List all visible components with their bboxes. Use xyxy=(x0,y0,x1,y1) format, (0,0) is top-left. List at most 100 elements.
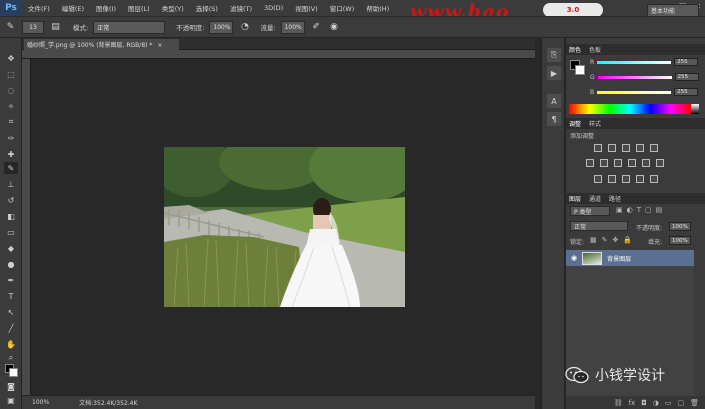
green-channel-input[interactable]: 255 xyxy=(674,73,699,81)
layer-filter-icons[interactable]: ▣◐T▢▤ xyxy=(616,206,666,214)
layer-kind-filter[interactable]: P 类型 xyxy=(570,206,610,216)
menu-layer[interactable]: 图层(L) xyxy=(122,3,156,13)
levels-adjust-icon[interactable] xyxy=(608,144,616,152)
workspace-select[interactable]: 基本功能 xyxy=(647,4,699,17)
flow-input[interactable]: 100% xyxy=(280,20,305,34)
zoom-tool-icon[interactable]: ⌕ xyxy=(4,352,18,364)
brush-panel-icon[interactable]: ▤ xyxy=(49,21,62,34)
pressure-size-icon[interactable]: ◉ xyxy=(328,21,341,34)
add-mask-icon[interactable]: ◘ xyxy=(641,399,647,407)
horizontal-ruler[interactable] xyxy=(22,50,535,59)
menu-edit[interactable]: 编辑(E) xyxy=(56,3,90,13)
new-group-icon[interactable]: ▭ xyxy=(665,399,672,407)
screen-mode-icon[interactable]: ▣ xyxy=(4,394,18,406)
tab-channels[interactable]: 通道 xyxy=(589,194,601,203)
hand-tool-icon[interactable]: ✋ xyxy=(4,338,18,350)
blur-tool-icon[interactable]: ◆ xyxy=(4,242,18,254)
layer-opacity-input[interactable]: 100% xyxy=(669,222,691,231)
threshold-adjust-icon[interactable] xyxy=(622,175,630,183)
gradient-map-adjust-icon[interactable] xyxy=(636,175,644,183)
photo-filter-adjust-icon[interactable] xyxy=(628,159,636,167)
blue-channel-input[interactable]: 255 xyxy=(674,88,699,96)
menu-file[interactable]: 文件(F) xyxy=(22,3,56,13)
lasso-tool-icon[interactable]: ◌ xyxy=(4,84,18,96)
airbrush-icon[interactable]: ✐ xyxy=(310,21,323,34)
quick-mask-icon[interactable]: ◙ xyxy=(4,380,18,392)
visibility-eye-icon[interactable]: ◉ xyxy=(571,254,577,262)
green-channel-slider[interactable] xyxy=(597,75,672,79)
channel-mixer-adjust-icon[interactable] xyxy=(642,159,650,167)
lock-icons[interactable]: ▦✎✥🔒 xyxy=(590,236,637,244)
actions-panel-icon[interactable]: ▶ xyxy=(547,66,561,80)
eraser-tool-icon[interactable]: ◧ xyxy=(4,210,18,222)
path-select-tool-icon[interactable]: ↖ xyxy=(4,306,18,318)
brush-preset-icon[interactable]: ✎ xyxy=(4,21,17,34)
layer-row-background[interactable]: ◉ 背景图层 xyxy=(566,250,694,266)
new-adjustment-icon[interactable]: ◑ xyxy=(653,399,659,407)
brush-tool-icon[interactable]: ✎ xyxy=(4,162,18,174)
crop-tool-icon[interactable]: ⌗ xyxy=(4,116,18,128)
link-layers-icon[interactable]: ⛓ xyxy=(614,399,623,407)
stamp-tool-icon[interactable]: ⊥ xyxy=(4,178,18,190)
menu-window[interactable]: 窗口(W) xyxy=(324,3,361,13)
exposure-adjust-icon[interactable] xyxy=(636,144,644,152)
mode-select[interactable]: 正常 xyxy=(93,20,166,34)
vibrance-adjust-icon[interactable] xyxy=(650,144,658,152)
tab-layers[interactable]: 图层 xyxy=(569,194,581,203)
hue-adjust-icon[interactable] xyxy=(586,159,594,167)
grayscale-ramp[interactable] xyxy=(691,104,699,114)
color-balance-adjust-icon[interactable] xyxy=(600,159,608,167)
black-white-adjust-icon[interactable] xyxy=(614,159,622,167)
background-color-swatch[interactable] xyxy=(9,368,18,377)
selective-color-adjust-icon[interactable] xyxy=(650,175,658,183)
document-image[interactable] xyxy=(164,147,405,307)
menu-type[interactable]: 类型(Y) xyxy=(156,3,190,13)
brush-size-picker[interactable]: 13 xyxy=(22,20,44,34)
layer-blend-mode-select[interactable]: 正常 xyxy=(570,221,628,231)
tab-swatches[interactable]: 色板 xyxy=(589,45,601,54)
menu-help[interactable]: 帮助(H) xyxy=(360,3,395,13)
invert-adjust-icon[interactable] xyxy=(594,175,602,183)
layer-style-icon[interactable]: fx xyxy=(629,399,636,407)
new-layer-icon[interactable]: ▢ xyxy=(677,399,684,407)
menu-select[interactable]: 选择(S) xyxy=(190,3,224,13)
healing-tool-icon[interactable]: ✚ xyxy=(4,148,18,160)
tab-paths[interactable]: 路径 xyxy=(609,194,621,203)
zoom-level[interactable]: 100% xyxy=(32,399,49,406)
menu-3d[interactable]: 3D(D) xyxy=(258,4,289,12)
move-tool-icon[interactable]: ✥ xyxy=(4,52,18,64)
gradient-tool-icon[interactable]: ▭ xyxy=(4,226,18,238)
document-tab[interactable]: 婚纱照_学.png @ 100% (背景图层, RGB/8) * × xyxy=(24,39,179,50)
tab-color[interactable]: 颜色 xyxy=(569,45,581,54)
opacity-input[interactable]: 100% xyxy=(209,20,234,34)
character-panel-icon[interactable]: A xyxy=(547,94,561,108)
red-channel-slider[interactable] xyxy=(597,60,672,64)
panel-background-swatch[interactable] xyxy=(575,65,585,75)
pressure-opacity-icon[interactable]: ◔ xyxy=(238,21,251,34)
blue-channel-slider[interactable] xyxy=(597,90,672,94)
shape-tool-icon[interactable]: ╱ xyxy=(4,322,18,334)
history-brush-tool-icon[interactable]: ↺ xyxy=(4,194,18,206)
paragraph-panel-icon[interactable]: ¶ xyxy=(547,112,561,126)
tab-adjustments[interactable]: 调整 xyxy=(569,119,581,128)
pen-tool-icon[interactable]: ✒ xyxy=(4,274,18,286)
curves-adjust-icon[interactable] xyxy=(622,144,630,152)
document-tab-close-icon[interactable]: × xyxy=(157,42,162,49)
dodge-tool-icon[interactable]: ● xyxy=(4,258,18,270)
layer-name[interactable]: 背景图层 xyxy=(607,254,631,263)
vertical-ruler[interactable] xyxy=(22,59,31,395)
marquee-tool-icon[interactable]: ⬚ xyxy=(4,68,18,80)
menu-filter[interactable]: 滤镜(T) xyxy=(224,3,258,13)
brightness-adjust-icon[interactable] xyxy=(594,144,602,152)
posterize-adjust-icon[interactable] xyxy=(608,175,616,183)
color-lookup-adjust-icon[interactable] xyxy=(656,159,664,167)
color-spectrum[interactable] xyxy=(569,104,691,114)
quick-select-tool-icon[interactable]: ✧ xyxy=(4,100,18,112)
tab-styles[interactable]: 样式 xyxy=(589,119,601,128)
eyedropper-tool-icon[interactable]: ✑ xyxy=(4,132,18,144)
type-tool-icon[interactable]: T xyxy=(4,290,18,302)
document-size[interactable]: 文档:352.4K/352.4K xyxy=(79,398,137,407)
history-panel-icon[interactable]: ⎘ xyxy=(547,48,561,62)
red-channel-input[interactable]: 255 xyxy=(674,58,699,66)
delete-layer-icon[interactable]: 🗑 xyxy=(690,399,699,407)
